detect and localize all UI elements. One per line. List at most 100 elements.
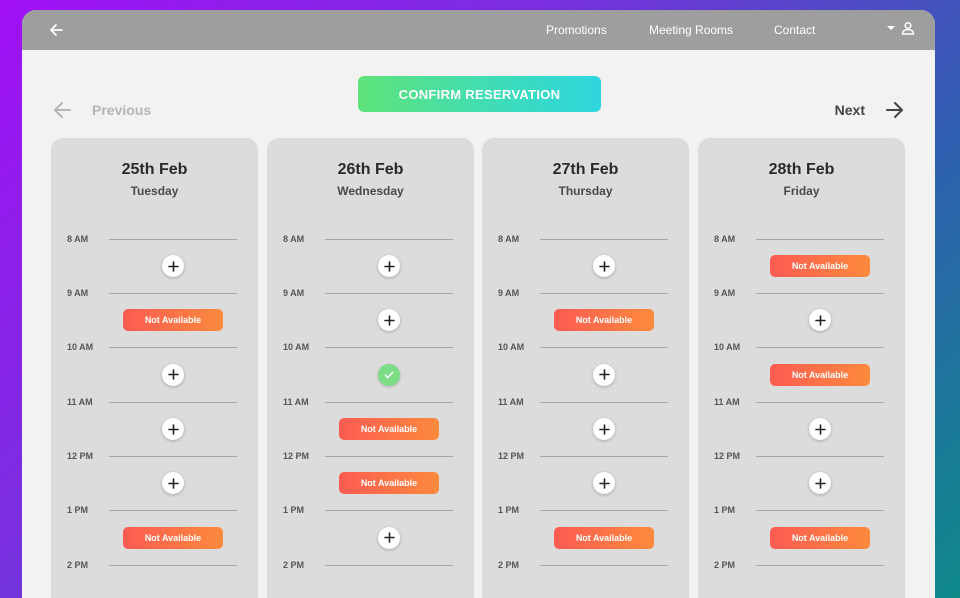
plus-icon <box>598 260 610 272</box>
plus-icon <box>167 477 179 489</box>
day-weekday: Wednesday <box>337 184 404 198</box>
time-label: 12 PM <box>283 451 310 461</box>
time-divider <box>540 347 668 348</box>
caret-down-icon <box>887 26 895 30</box>
plus-icon <box>814 423 826 435</box>
not-available-badge: Not Available <box>554 526 654 549</box>
nav-link-meeting-rooms[interactable]: Meeting Rooms <box>649 23 733 37</box>
day-date: 25th Feb <box>121 161 188 178</box>
time-divider <box>540 565 668 566</box>
not-available-badge: Not Available <box>770 526 870 549</box>
nav-link-promotions[interactable]: Promotions <box>546 23 607 37</box>
time-label: 8 AM <box>714 234 736 244</box>
nav-link-contact[interactable]: Contact <box>774 23 815 37</box>
time-divider <box>540 510 668 511</box>
add-slot-button[interactable] <box>593 472 615 494</box>
time-divider <box>756 510 884 511</box>
day-weekday: Friday <box>783 184 820 198</box>
time-divider <box>109 239 237 240</box>
add-slot-button[interactable] <box>593 363 615 386</box>
top-nav-bar: Promotions Meeting Rooms Contact <box>22 10 935 50</box>
add-slot-button[interactable] <box>162 255 184 277</box>
day-date: 27th Feb <box>552 161 619 178</box>
not-available-badge: Not Available <box>554 309 654 331</box>
arrow-left-icon <box>54 102 71 118</box>
not-available-badge: Not Available <box>339 418 439 440</box>
user-menu-button[interactable] <box>887 21 915 35</box>
time-divider <box>325 347 453 348</box>
plus-icon <box>383 260 395 272</box>
check-icon <box>384 371 394 378</box>
add-slot-button[interactable] <box>378 526 400 549</box>
plus-icon <box>598 369 610 380</box>
time-divider <box>756 402 884 403</box>
confirm-reservation-button[interactable]: CONFIRM RESERVATION <box>358 76 601 112</box>
time-divider <box>756 239 884 240</box>
time-label: 10 AM <box>498 342 525 352</box>
plus-icon <box>383 314 395 326</box>
next-label: Next <box>834 102 865 118</box>
not-available-badge: Not Available <box>770 255 870 277</box>
time-label: 1 PM <box>498 505 520 515</box>
time-label: 11 AM <box>67 397 93 407</box>
time-divider <box>756 347 884 348</box>
time-label: 10 AM <box>283 342 310 352</box>
add-slot-button[interactable] <box>593 255 615 277</box>
not-available-badge: Not Available <box>123 526 223 549</box>
time-divider <box>109 510 237 511</box>
time-label: 2 PM <box>67 560 89 570</box>
selected-slot-button[interactable] <box>378 363 400 386</box>
add-slot-button[interactable] <box>809 472 831 494</box>
plus-icon <box>167 369 179 380</box>
time-divider <box>325 293 453 294</box>
add-slot-button[interactable] <box>162 472 184 494</box>
plus-icon <box>167 260 179 272</box>
add-slot-button[interactable] <box>593 418 615 440</box>
add-slot-button[interactable] <box>378 309 400 331</box>
time-label: 12 PM <box>714 451 741 461</box>
time-label: 10 AM <box>67 342 94 352</box>
time-divider <box>325 402 453 403</box>
time-label: 1 PM <box>714 505 736 515</box>
time-label: 9 AM <box>498 288 520 298</box>
plus-icon <box>598 423 610 435</box>
day-weekday: Tuesday <box>130 184 179 198</box>
not-available-badge: Not Available <box>123 309 223 331</box>
time-label: 12 PM <box>498 451 525 461</box>
back-button[interactable] <box>48 22 64 38</box>
add-slot-button[interactable] <box>162 363 184 386</box>
add-slot-button[interactable] <box>809 418 831 440</box>
day-column: 28th Feb Friday 8 AM 9 AM 10 AM 11 AM 12 PM 1 P… <box>698 138 905 598</box>
time-divider <box>540 239 668 240</box>
time-label: 9 AM <box>67 288 89 298</box>
time-label: 9 AM <box>283 288 305 298</box>
previous-label: Previous <box>92 102 152 118</box>
day-date: 26th Feb <box>337 161 404 178</box>
time-label: 1 PM <box>283 505 305 515</box>
plus-icon <box>383 532 395 543</box>
arrow-left-icon <box>50 24 63 36</box>
add-slot-button[interactable] <box>809 309 831 331</box>
time-label: 1 PM <box>67 505 89 515</box>
user-icon <box>901 21 915 35</box>
add-slot-button[interactable] <box>162 418 184 440</box>
day-column: 27th Feb Thursday 8 AM 9 AM 10 AM 11 AM 12 PM 1… <box>482 138 689 598</box>
add-slot-button[interactable] <box>378 255 400 277</box>
not-available-badge: Not Available <box>339 472 439 494</box>
time-divider <box>325 239 453 240</box>
previous-button[interactable]: Previous <box>52 100 151 120</box>
day-weekday: Thursday <box>558 184 613 198</box>
plus-icon <box>598 477 610 489</box>
time-divider <box>540 402 668 403</box>
next-button[interactable]: Next <box>835 100 905 120</box>
time-label: 9 AM <box>714 288 736 298</box>
time-label: 12 PM <box>67 451 94 461</box>
time-label: 2 PM <box>498 560 520 570</box>
plus-icon <box>814 314 826 326</box>
time-divider <box>325 510 453 511</box>
plus-icon <box>814 477 826 489</box>
time-divider <box>325 456 453 457</box>
time-label: 10 AM <box>714 342 741 352</box>
time-label: 11 AM <box>498 397 524 407</box>
plus-icon <box>167 423 179 435</box>
